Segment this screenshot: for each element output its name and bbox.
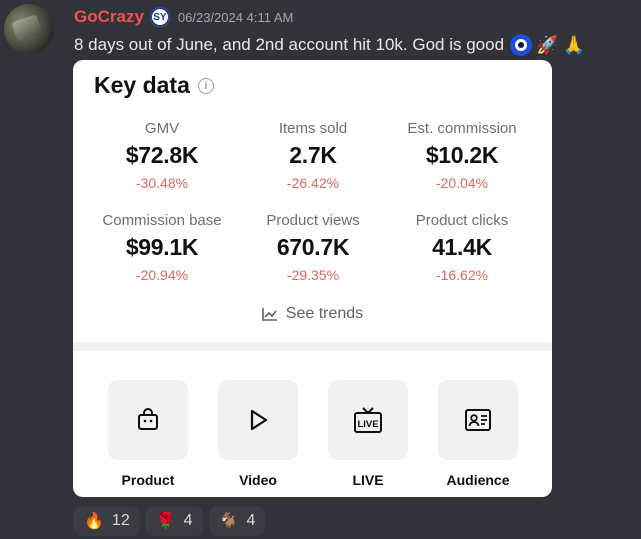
- metric-items-sold: Items sold 2.7K -26.42%: [238, 120, 388, 191]
- id-card-icon: [465, 409, 491, 431]
- nav-product-tile[interactable]: [108, 380, 188, 460]
- nav-product-button[interactable]: Product: [108, 380, 188, 488]
- reaction-count: 4: [246, 512, 256, 529]
- nav-live-tile[interactable]: LIVE: [328, 380, 408, 460]
- reaction-fire-button[interactable]: 🔥 12: [74, 506, 140, 536]
- avatar[interactable]: [4, 4, 54, 54]
- key-data-title: Key data: [94, 72, 190, 98]
- metric-label: Product clicks: [415, 212, 509, 229]
- metric-value: $72.8K: [125, 142, 199, 168]
- reaction-count: 12: [111, 512, 130, 529]
- metric-product-views: Product views 670.7K -29.35%: [238, 212, 388, 283]
- card-title: Key data i: [94, 72, 214, 99]
- reactions-bar: 🔥 12 🌹 4 🐐 4: [74, 506, 266, 536]
- metric-change: -16.62%: [435, 267, 489, 283]
- metric-label: Est. commission: [407, 120, 517, 137]
- message-emojis: 🚀 🙏: [510, 34, 585, 56]
- metric-commission-base: Commission base $99.1K -20.94%: [87, 212, 237, 283]
- reaction-count: 4: [183, 512, 193, 529]
- metric-value: $10.2K: [425, 142, 499, 168]
- key-data-image[interactable]: Key data i GMV $72.8K -30.48% Items sold…: [73, 60, 552, 497]
- metric-label: GMV: [144, 120, 180, 137]
- nazar-amulet-icon: [510, 34, 533, 56]
- metric-value: 670.7K: [276, 234, 350, 260]
- metric-value: 2.7K: [289, 142, 337, 168]
- nav-label: Audience: [446, 472, 510, 488]
- nav-label: LIVE: [352, 472, 384, 488]
- trend-chart-icon: [261, 308, 277, 321]
- metric-change: -20.94%: [135, 267, 189, 283]
- metric-product-clicks: Product clicks 41.4K -16.62%: [387, 212, 537, 283]
- metric-change: -29.35%: [286, 267, 340, 283]
- section-divider: [73, 342, 552, 351]
- metric-gmv: GMV $72.8K -30.48%: [87, 120, 237, 191]
- metric-change: -20.04%: [435, 175, 489, 191]
- rocket-icon: 🚀: [536, 34, 559, 55]
- timestamp: 06/23/2024 4:11 AM: [177, 9, 294, 25]
- see-trends-label: See trends: [285, 305, 364, 322]
- nav-label: Product: [121, 472, 175, 488]
- username[interactable]: GoCrazy: [74, 7, 144, 27]
- reaction-goat-button[interactable]: 🐐 4: [208, 506, 266, 536]
- info-icon: i: [197, 77, 214, 94]
- metric-label: Product views: [266, 212, 360, 229]
- metric-change: -26.42%: [286, 175, 340, 191]
- metric-change: -30.48%: [135, 175, 189, 191]
- rose-icon: 🌹: [155, 513, 176, 530]
- see-trends-link[interactable]: See trends: [73, 305, 552, 323]
- nav-video-button[interactable]: Video: [218, 380, 298, 488]
- message-header: GoCrazy SY 06/23/2024 4:11 AM: [74, 7, 293, 27]
- play-icon: [250, 409, 268, 431]
- metric-label: Commission base: [102, 212, 222, 229]
- shopping-bag-icon: [138, 408, 158, 430]
- metric-est-commission: Est. commission $10.2K -20.04%: [387, 120, 537, 191]
- folded-hands-icon: 🙏: [562, 34, 585, 55]
- live-tv-icon: LIVE: [354, 407, 382, 433]
- reaction-rose-button[interactable]: 🌹 4: [145, 506, 203, 536]
- message-text-row: 8 days out of June, and 2nd account hit …: [74, 34, 585, 56]
- svg-text:LIVE: LIVE: [357, 419, 378, 430]
- goat-icon: 🐐: [218, 513, 239, 530]
- nav-audience-button[interactable]: Audience: [438, 380, 518, 488]
- nav-label: Video: [239, 472, 277, 488]
- nav-video-tile[interactable]: [218, 380, 298, 460]
- metric-label: Items sold: [278, 120, 348, 137]
- role-badge-icon: SY: [149, 7, 170, 27]
- metric-value: $99.1K: [125, 234, 199, 260]
- fire-icon: 🔥: [84, 513, 104, 530]
- message-text: 8 days out of June, and 2nd account hit …: [74, 35, 505, 54]
- nav-audience-tile[interactable]: [438, 380, 518, 460]
- metric-value: 41.4K: [432, 234, 492, 260]
- nav-live-button[interactable]: LIVE LIVE: [328, 380, 408, 488]
